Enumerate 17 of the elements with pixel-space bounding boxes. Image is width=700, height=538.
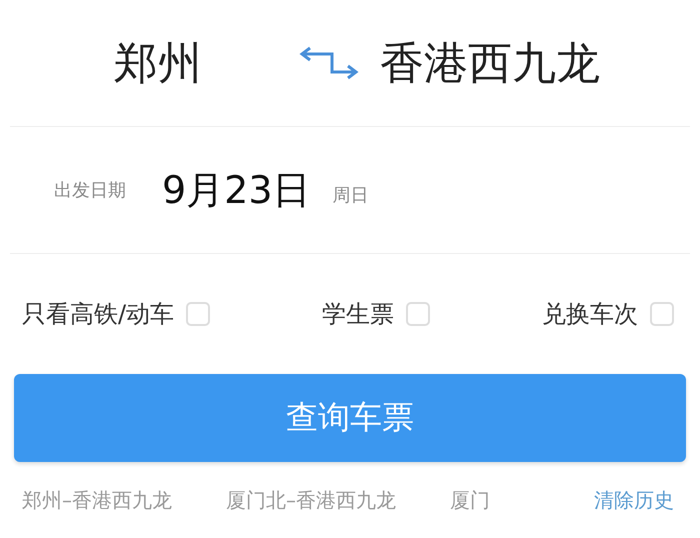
checkbox[interactable] [186, 302, 210, 326]
option-label: 只看高铁/动车 [22, 299, 174, 330]
checkbox[interactable] [406, 302, 430, 326]
history-item[interactable]: 郑州–香港西九龙 [22, 486, 172, 514]
weekday: 周日 [332, 184, 369, 207]
checkbox[interactable] [650, 302, 674, 326]
search-button[interactable]: 查询车票 [14, 374, 686, 462]
swap-icon[interactable] [298, 46, 360, 80]
departure-date[interactable]: 9月23日 [162, 164, 311, 216]
clear-history-link[interactable]: 清除历史 [594, 486, 674, 514]
departure-station[interactable]: 郑州 [114, 34, 202, 92]
arrival-station[interactable]: 香港西九龙 [380, 34, 600, 92]
history-item[interactable]: 厦门北–香港西九龙 [226, 486, 396, 514]
date-label: 出发日期 [54, 179, 126, 202]
option-label: 兑换车次 [542, 299, 638, 330]
history-item[interactable]: 厦门 [450, 486, 490, 514]
option-label: 学生票 [322, 299, 394, 330]
